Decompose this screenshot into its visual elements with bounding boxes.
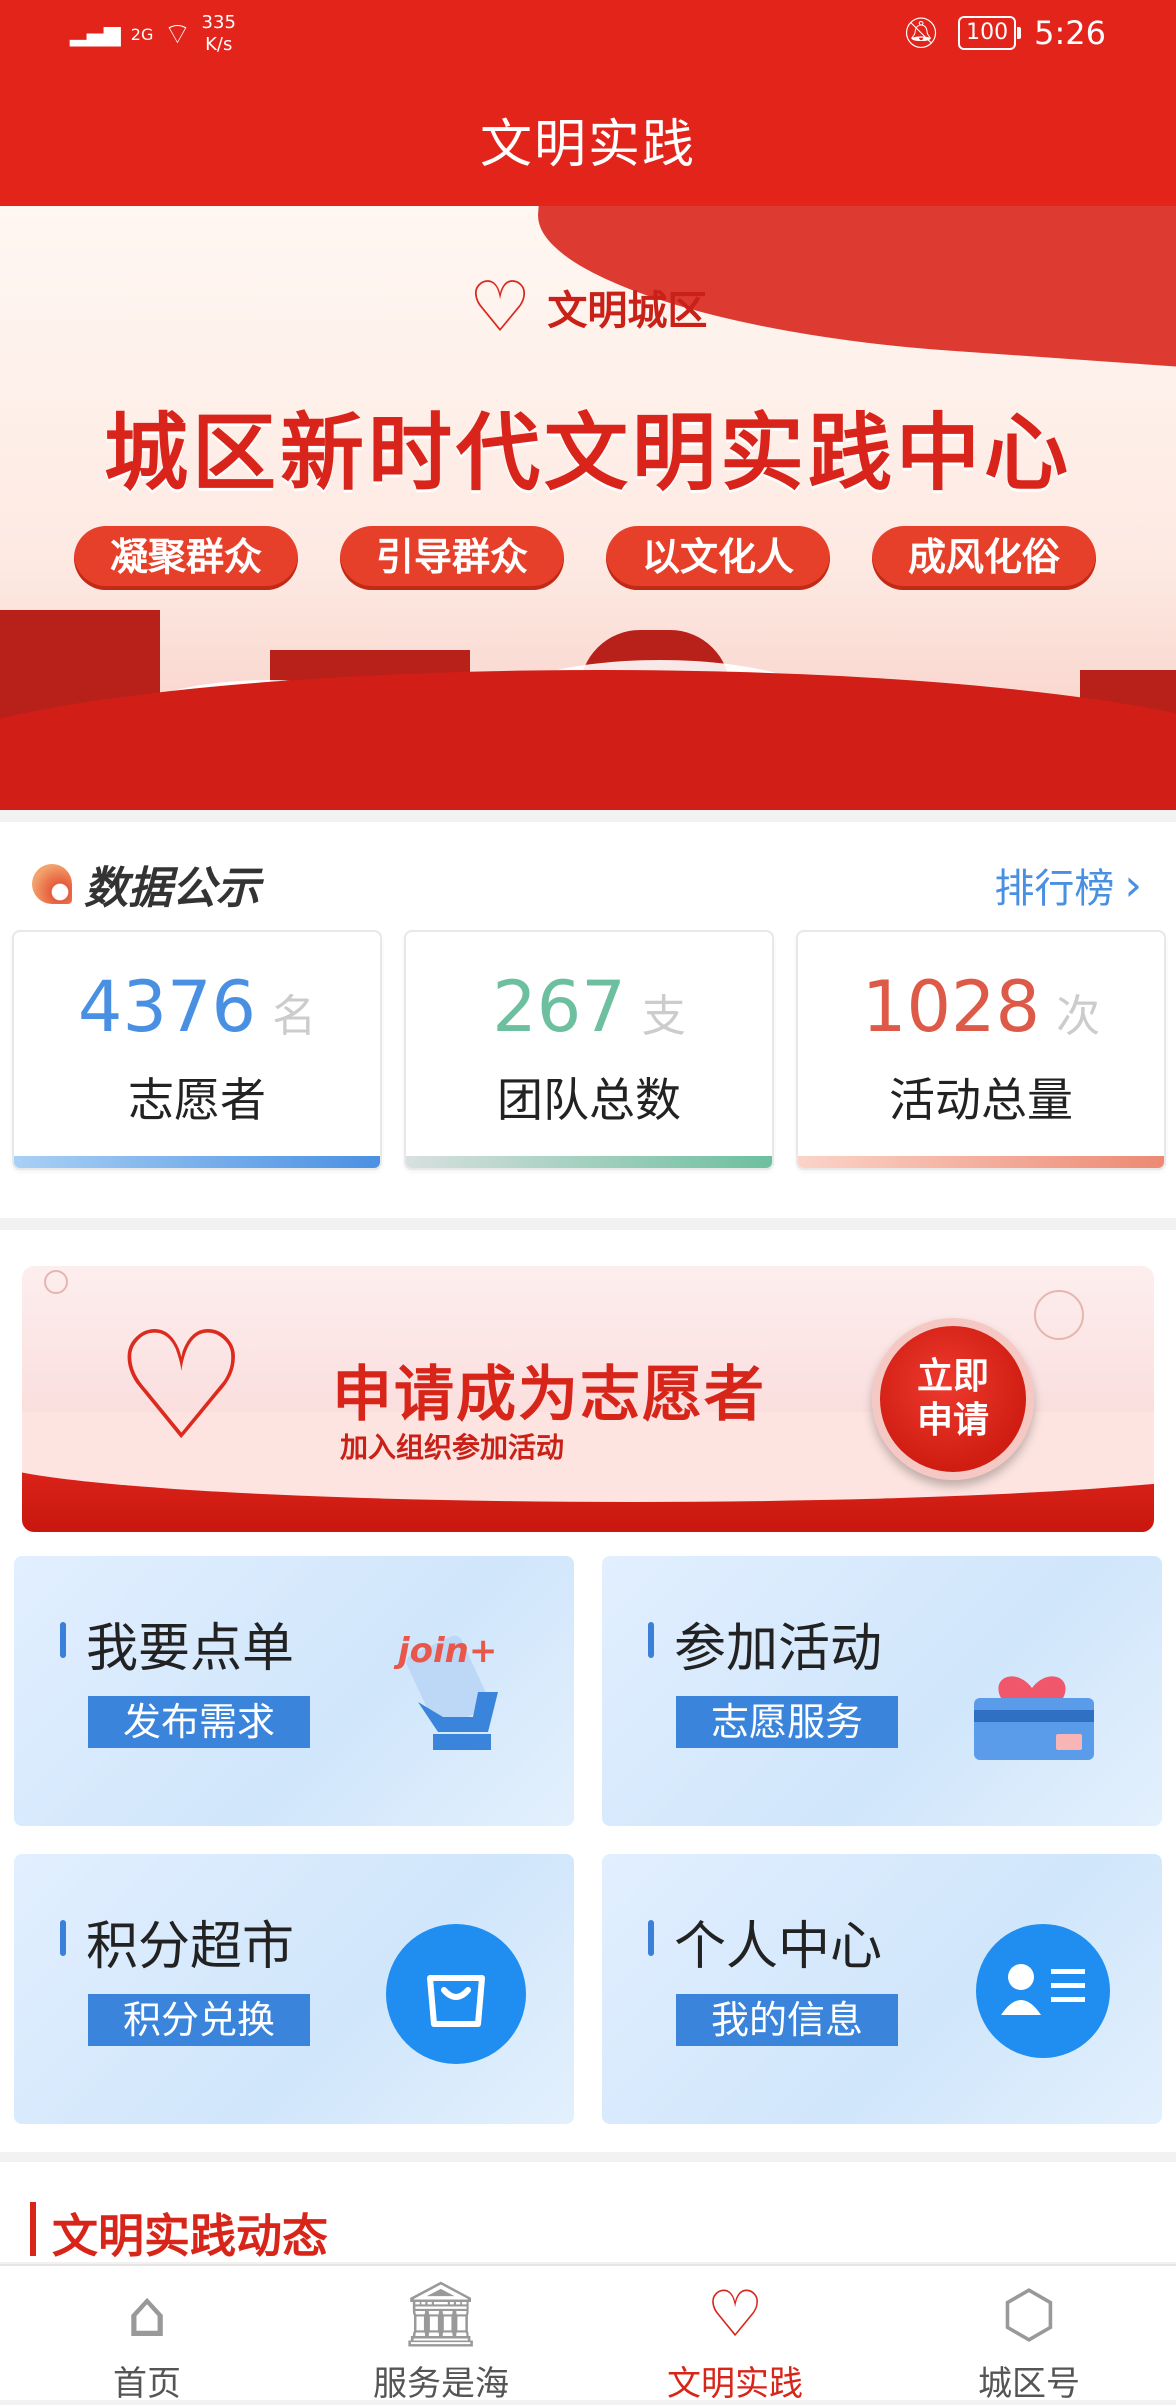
signal-icon: ▂▄▆ — [70, 21, 121, 47]
status-right: 🔕︎ 100 5:26 — [902, 14, 1106, 52]
banner-pill: 引导群众 — [340, 526, 564, 590]
decor-bubble — [1034, 1290, 1084, 1340]
banner-pill: 以文化人 — [606, 526, 830, 590]
news-section: 文明实践动态 — [0, 2162, 1176, 2263]
net-speed: 335 K/s — [201, 12, 236, 55]
chevron-right-icon: › — [1124, 859, 1142, 911]
stat-cards: 4376 名 志愿者 267 支 团队总数 1028 次 活动总量 — [12, 930, 1166, 1170]
status-bar: ▂▄▆ 2G ⌔ 335 K/s 🔕︎ 100 5:26 — [0, 0, 1176, 72]
feature-tile-order[interactable]: 我要点单 发布需求 join+ — [14, 1556, 574, 1826]
stat-accent-bar — [406, 1156, 772, 1168]
mute-bell-icon: 🔕︎ — [902, 15, 941, 51]
title-marker — [60, 1920, 66, 1956]
nav-label: 首页 — [113, 2364, 181, 2404]
stat-value: 267 — [492, 966, 626, 1048]
banner-logo: ♡ 文明城区 — [0, 272, 1176, 342]
title-marker — [30, 2202, 36, 2256]
shopping-bag-icon — [386, 1924, 526, 2064]
logo-text: 文明城区 — [547, 287, 708, 334]
feature-title: 个人中心 — [674, 1917, 883, 1977]
page-title: 文明实践 — [479, 115, 696, 175]
decor-bubble — [44, 1270, 68, 1294]
heart-card-icon — [962, 1628, 1102, 1768]
feature-button[interactable]: 我的信息 — [676, 1994, 898, 2046]
feature-button[interactable]: 积分兑换 — [88, 1994, 310, 2046]
news-section-title: 文明实践动态 — [52, 2209, 328, 2263]
stat-label: 志愿者 — [128, 1073, 266, 1127]
nav-label: 文明实践 — [667, 2364, 803, 2404]
heart-logo-icon: ♡ — [468, 266, 532, 348]
apply-now-button[interactable]: 立即 申请 — [872, 1318, 1034, 1480]
banner-pill: 凝聚群众 — [74, 526, 298, 590]
bottom-nav: ⌂ 首页 🏛︎ 服务是海 ♡ 文明实践 ⬡ 城区号 — [0, 2264, 1176, 2404]
svg-text:join+: join+ — [393, 1631, 497, 1671]
bank-icon: 🏛︎ — [400, 2278, 482, 2352]
stat-accent-bar — [798, 1156, 1164, 1168]
data-section-header: 数据公示 — [32, 852, 260, 916]
wifi-icon: ⌔ — [163, 17, 192, 52]
join-hand-icon: join+ — [378, 1622, 528, 1772]
ranking-link-label: 排行榜 — [994, 866, 1115, 912]
banner-pill: 成风化俗 — [872, 526, 1096, 590]
feature-tile-personal-center[interactable]: 个人中心 我的信息 — [602, 1854, 1162, 2124]
nav-item-services[interactable]: 🏛︎ 服务是海 — [294, 2266, 588, 2404]
title-marker — [648, 1622, 654, 1658]
top-bar: ▂▄▆ 2G ⌔ 335 K/s 🔕︎ 100 5:26 文明实践 — [0, 0, 1176, 206]
volunteer-heart-icon: ♡ — [114, 1300, 249, 1474]
cube-icon: ⬡ — [1001, 2278, 1057, 2352]
heart-hands-icon: ♡ — [706, 2278, 764, 2352]
feature-title: 积分超市 — [86, 1917, 295, 1977]
banner-pills: 凝聚群众 引导群众 以文化人 成风化俗 — [74, 526, 1096, 590]
stat-accent-bar — [14, 1156, 380, 1168]
apply-volunteer-banner[interactable]: ♡ 申请成为志愿者 加入组织参加活动 立即 申请 — [22, 1266, 1154, 1532]
data-section-title: 数据公示 — [84, 863, 260, 914]
ranking-link[interactable]: 排行榜 › — [994, 856, 1142, 914]
feature-button[interactable]: 发布需求 — [88, 1696, 310, 1748]
signal-label: 2G — [130, 24, 154, 44]
banner-title: 城区新时代文明实践中心 — [103, 403, 1072, 502]
feature-title: 我要点单 — [86, 1619, 295, 1679]
nav-item-home[interactable]: ⌂ 首页 — [0, 2266, 294, 2404]
feature-tile-activities[interactable]: 参加活动 志愿服务 — [602, 1556, 1162, 1826]
nav-item-district[interactable]: ⬡ 城区号 — [882, 2266, 1176, 2404]
title-marker — [648, 1920, 654, 1956]
title-marker — [60, 1622, 66, 1658]
hero-banner[interactable]: ♡ 文明城区 城区新时代文明实践中心 凝聚群众 引导群众 以文化人 成风化俗 — [0, 206, 1176, 810]
nav-label: 服务是海 — [373, 2364, 509, 2404]
stat-unit: 名 — [272, 991, 317, 1042]
stat-label: 活动总量 — [889, 1073, 1073, 1127]
feature-tile-points-mall[interactable]: 积分超市 积分兑换 — [14, 1854, 574, 2124]
services-section: ♡ 申请成为志愿者 加入组织参加活动 立即 申请 我要点单 发布需求 join+… — [0, 1230, 1176, 2152]
nav-item-practice[interactable]: ♡ 文明实践 — [588, 2266, 882, 2404]
apply-subtitle: 加入组织参加活动 — [340, 1431, 565, 1464]
data-section: 数据公示 排行榜 › 4376 名 志愿者 267 支 团队总数 1028 次 活动总… — [0, 822, 1176, 1218]
battery-indicator: 100 — [958, 16, 1022, 50]
stat-value: 4376 — [77, 966, 257, 1048]
banner-wave — [0, 670, 1176, 810]
stat-unit: 支 — [641, 991, 686, 1042]
profile-card-icon — [976, 1924, 1110, 2058]
stat-card-activities[interactable]: 1028 次 活动总量 — [796, 930, 1166, 1170]
feature-button[interactable]: 志愿服务 — [676, 1696, 898, 1748]
stat-label: 团队总数 — [497, 1073, 681, 1127]
fan-icon — [32, 864, 72, 904]
stat-card-volunteers[interactable]: 4376 名 志愿者 — [12, 930, 382, 1170]
nav-label: 城区号 — [978, 2364, 1080, 2404]
stat-value: 1028 — [861, 966, 1041, 1048]
apply-title: 申请成为志愿者 — [332, 1360, 766, 1430]
status-left: ▂▄▆ 2G ⌔ 335 K/s — [70, 12, 236, 56]
stat-unit: 次 — [1056, 991, 1101, 1042]
feature-title: 参加活动 — [674, 1619, 883, 1679]
home-icon: ⌂ — [126, 2278, 168, 2352]
clock: 5:26 — [1034, 14, 1106, 52]
stat-card-teams[interactable]: 267 支 团队总数 — [404, 930, 774, 1170]
